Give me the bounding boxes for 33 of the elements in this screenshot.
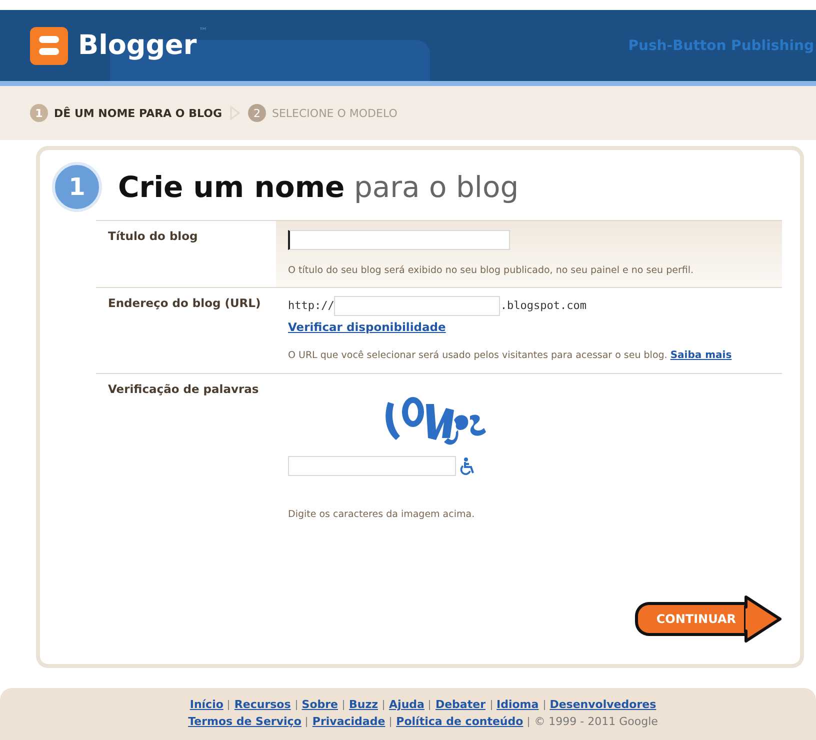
- accessibility-icon[interactable]: [460, 456, 476, 475]
- captcha-field[interactable]: [288, 456, 456, 476]
- copyright-text: © 1999 - 2011 Google: [534, 714, 658, 730]
- footer-link[interactable]: Sobre: [302, 696, 338, 713]
- hint-text: Digite os caracteres da imagem acima.: [288, 508, 476, 522]
- arrow-icon: [744, 594, 784, 644]
- logo-icon: [30, 26, 68, 64]
- footer-link[interactable]: Recursos: [234, 696, 291, 713]
- field-label: Título do blog: [108, 229, 198, 243]
- tagline: Push-Button Publishing: [628, 38, 815, 54]
- check-availability-link[interactable]: Verificar disponibilidade: [288, 320, 446, 334]
- footer-link[interactable]: Debater: [435, 696, 486, 713]
- step-number-badge: 1: [52, 162, 102, 212]
- footer-link[interactable]: Início: [190, 696, 224, 713]
- field-label: Verificação de palavras: [108, 382, 259, 396]
- footer-link[interactable]: Privacidade: [312, 713, 386, 730]
- learn-more-link[interactable]: Saiba mais: [670, 346, 732, 365]
- field-label: Endereço do blog (URL): [108, 296, 261, 310]
- url-prefix: http://: [288, 299, 334, 312]
- blog-title-field[interactable]: [288, 230, 510, 250]
- footer-link[interactable]: Ajuda: [389, 696, 424, 713]
- blog-url-field[interactable]: [334, 296, 500, 316]
- hint-text: O título do seu blog será exibido no seu blog publicado, no seu painel e no seu perfil.: [288, 264, 695, 278]
- form-title: Crie um nome para o blog: [118, 170, 519, 204]
- footer-link[interactable]: Desenvolvedores: [550, 696, 656, 713]
- trademark-mark: ™: [198, 26, 208, 36]
- url-suffix: .blogspot.com: [500, 299, 586, 312]
- footer-link[interactable]: Idioma: [496, 696, 539, 713]
- footer-link[interactable]: Buzz: [349, 696, 378, 713]
- footer-link[interactable]: Termos de Serviço: [188, 713, 302, 730]
- footer-link[interactable]: Política de conteúdo: [396, 713, 524, 730]
- hint-text: O URL que você selecionar será usado pelos visitantes para acessar o seu blog. Saiba mais: [288, 346, 772, 365]
- logo-text: Blogger: [78, 30, 197, 61]
